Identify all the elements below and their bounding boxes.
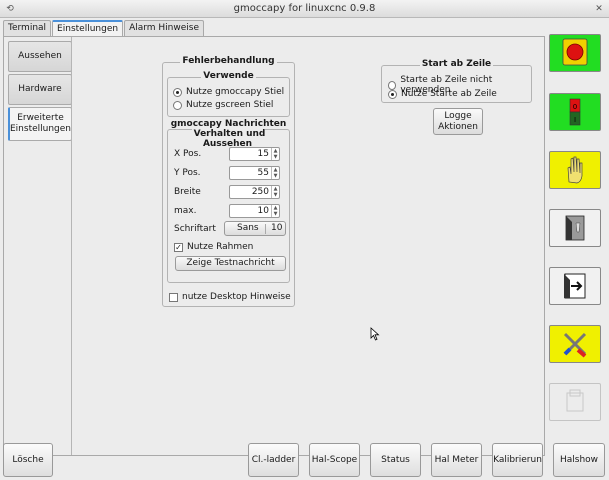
error-handling-frame: Fehlerbehandlung Verwende Nutze gmoccapy… xyxy=(162,56,295,307)
messages-frame-title-2: Verhalten und Aussehen xyxy=(191,129,266,149)
tab-alarm-hinweise[interactable]: Alarm Hinweise xyxy=(124,20,205,36)
radio-label: Nutze gscreen Stiel xyxy=(186,100,274,110)
max-value: 10 xyxy=(257,206,269,216)
font-label: Schriftart xyxy=(174,224,216,234)
use-frame-checkbox[interactable]: ✓ Nutze Rahmen xyxy=(174,242,253,252)
style-frame: Verwende Nutze gmoccapy Stiel Nutze gscr… xyxy=(167,71,290,117)
max-spin[interactable]: 10 ▲ ▼ xyxy=(229,204,280,218)
x-pos-value: 15 xyxy=(257,149,269,159)
classic-ladder-button[interactable]: Cl.-ladder xyxy=(248,443,299,477)
svg-text:0: 0 xyxy=(573,103,577,111)
settings-button[interactable] xyxy=(549,325,601,363)
font-size: 10 xyxy=(271,223,283,233)
log-line2: Aktionen xyxy=(438,122,478,132)
start-line-frame: Start ab Zeile Starte ab Zeile nicht ver… xyxy=(381,59,532,103)
max-label: max. xyxy=(174,206,197,216)
x-pos-label: X Pos. xyxy=(174,149,202,159)
user-tabs-icon xyxy=(566,389,584,412)
spin-arrows-icon[interactable]: ▲ ▼ xyxy=(271,186,279,198)
machine-power-button[interactable]: 0 I xyxy=(549,93,601,131)
font-button[interactable]: Sans 10 xyxy=(224,221,286,236)
desktop-notify-checkbox[interactable]: nutze Desktop Hinweise xyxy=(169,292,291,302)
error-frame-title: Fehlerbehandlung xyxy=(180,56,277,66)
checkmark-icon: ✓ xyxy=(174,242,183,252)
y-pos-spin[interactable]: 55 ▲ ▼ xyxy=(229,166,280,180)
checkbox-label: nutze Desktop Hinweise xyxy=(182,292,291,302)
radio-indicator xyxy=(173,100,182,110)
radio-label: Nutze Starte ab Zeile xyxy=(401,89,497,99)
clear-mdi-button[interactable]: Lösche MDI xyxy=(3,443,53,477)
width-value: 250 xyxy=(251,187,269,197)
settings-vtabs: Aussehen Hardware Erweiterte Einstellung… xyxy=(8,41,74,143)
hal-scope-button[interactable]: Hal-Scope xyxy=(309,443,360,477)
radio-gscreen-style[interactable]: Nutze gscreen Stiel xyxy=(173,100,273,110)
advanced-settings-content: Fehlerbehandlung Verwende Nutze gmoccapy… xyxy=(71,37,544,455)
log-line1: Logge xyxy=(444,111,472,121)
tab-terminal[interactable]: Terminal xyxy=(3,20,52,36)
log-actions-button[interactable]: Logge Aktionen xyxy=(433,108,483,135)
messages-frame-title-1: gmoccapy Nachrichten xyxy=(168,119,289,129)
mouse-cursor-icon xyxy=(370,327,380,341)
estop-button[interactable] xyxy=(549,34,601,72)
y-pos-label: Y Pos. xyxy=(174,168,201,178)
user-tabs-button[interactable] xyxy=(549,383,601,421)
vtab-hardware[interactable]: Hardware xyxy=(8,74,72,105)
manual-mode-button[interactable] xyxy=(549,151,601,189)
manual-mode-icon xyxy=(567,156,583,184)
width-label: Breite xyxy=(174,187,201,197)
radio-gmoccapy-style[interactable]: Nutze gmoccapy Stiel xyxy=(173,87,284,97)
title-bar: ⟲ gmoccapy for linuxcnc 0.9.8 ✕ xyxy=(0,0,609,18)
halshow-button[interactable]: Halshow xyxy=(553,443,605,477)
style-frame-title: Verwende xyxy=(201,71,256,81)
radio-indicator xyxy=(388,89,397,99)
auto-mode-icon xyxy=(564,273,586,299)
window-menu-icon[interactable]: ⟲ xyxy=(4,3,16,15)
checkbox-label: Nutze Rahmen xyxy=(187,242,254,252)
auto-mode-button[interactable] xyxy=(549,267,601,305)
settings-icon xyxy=(563,332,587,358)
show-test-message-button[interactable]: Zeige Testnachricht xyxy=(175,256,286,271)
window-title: gmoccapy for linuxcnc 0.9.8 xyxy=(233,3,376,14)
hal-meter-button[interactable]: Hal Meter xyxy=(431,443,482,477)
spin-arrows-icon[interactable]: ▲ ▼ xyxy=(271,205,279,217)
mdi-mode-icon xyxy=(565,215,585,241)
font-name: Sans xyxy=(237,223,259,233)
machine-power-icon: 0 I xyxy=(569,98,581,126)
svg-text:I: I xyxy=(574,116,576,124)
tab-einstellungen[interactable]: Einstellungen xyxy=(52,20,124,37)
vtab-aussehen[interactable]: Aussehen xyxy=(8,41,72,72)
start-line-title: Start ab Zeile xyxy=(419,59,494,69)
mdi-mode-button[interactable] xyxy=(549,209,601,247)
radio-start-line-on[interactable]: Nutze Starte ab Zeile xyxy=(388,89,497,99)
y-pos-value: 55 xyxy=(257,168,269,178)
estop-icon xyxy=(562,38,588,66)
vtab-erweiterte-einstellungen[interactable]: Erweiterte Einstellungen xyxy=(8,107,72,141)
font-divider xyxy=(265,224,266,234)
spin-arrows-icon[interactable]: ▲ ▼ xyxy=(271,167,279,179)
bottom-toolbar: Lösche MDI Cl.-ladder Hal-Scope Status H… xyxy=(0,440,609,480)
settings-panel: Aussehen Hardware Erweiterte Einstellung… xyxy=(3,36,545,456)
window-close-icon[interactable]: ✕ xyxy=(593,3,605,15)
checkbox-box xyxy=(169,292,178,302)
x-pos-spin[interactable]: 15 ▲ ▼ xyxy=(229,147,280,161)
main-area: Terminal Einstellungen Alarm Hinweise Au… xyxy=(0,18,545,456)
messages-frame: gmoccapy Nachrichten Verhalten und Ausse… xyxy=(167,119,290,283)
width-spin[interactable]: 250 ▲ ▼ xyxy=(229,185,280,199)
spin-arrows-icon[interactable]: ▲ ▼ xyxy=(271,148,279,160)
status-button[interactable]: Status xyxy=(370,443,421,477)
radio-indicator xyxy=(173,87,182,97)
tab-bar: Terminal Einstellungen Alarm Hinweise xyxy=(3,20,205,37)
radio-label: Nutze gmoccapy Stiel xyxy=(186,87,285,97)
calibration-button[interactable]: Kalibrierun xyxy=(492,443,543,477)
